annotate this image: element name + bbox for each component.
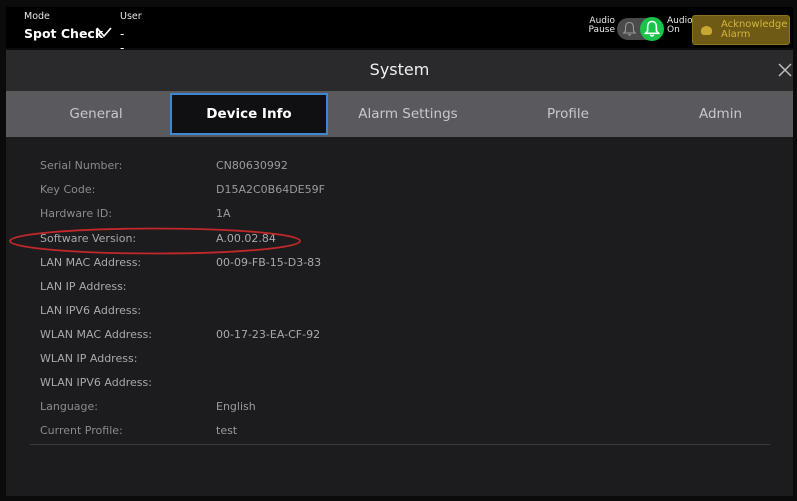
field-label: WLAN MAC Address:: [40, 328, 153, 341]
tab-profile[interactable]: Profile: [488, 91, 648, 137]
status-bar: Mode User Spot Check ------ Audio Pause …: [6, 7, 793, 111]
system-dialog: System General Device Info Alarm Setting…: [6, 50, 793, 496]
acknowledge-alarm-label: Acknowledge Alarm: [721, 20, 787, 40]
dialog-header: System: [6, 50, 793, 91]
alarm-bell-icon: [701, 26, 712, 35]
bell-icon: [644, 20, 660, 37]
audio-pause-label-line2: Pause: [588, 25, 615, 35]
content-divider: [30, 444, 770, 445]
field-label: LAN IP Address:: [40, 280, 127, 293]
audio-pause-label: Audio Pause: [579, 17, 615, 35]
field-value: test: [216, 424, 238, 437]
tab-bar: General Device Info Alarm Settings Profi…: [6, 91, 793, 137]
audio-toggle[interactable]: [617, 17, 664, 41]
highlight-ellipse: [9, 227, 301, 255]
field-value: 00-09-FB-15-D3-83: [216, 256, 322, 269]
field-value: CN80630992: [216, 159, 288, 172]
field-value: 1A: [216, 207, 231, 220]
audio-on-label-line2: On: [667, 25, 680, 35]
field-label: WLAN IPV6 Address:: [40, 376, 152, 389]
bell-off-icon: [622, 21, 637, 36]
field-value: D15A2C0B64DE59F: [216, 183, 325, 196]
mode-value: Spot Check: [24, 26, 104, 41]
acknowledge-alarm-button[interactable]: Acknowledge Alarm: [692, 15, 790, 45]
field-label: LAN IPV6 Address:: [40, 304, 142, 317]
audio-on-label: Audio On: [667, 17, 693, 35]
field-value: English: [216, 400, 256, 413]
field-value: 00-17-23-EA-CF-92: [216, 328, 321, 341]
close-icon[interactable]: [777, 62, 793, 78]
field-label: Language:: [40, 400, 98, 413]
tab-admin[interactable]: Admin: [648, 91, 793, 137]
field-label: Key Code:: [40, 183, 96, 196]
tab-device-info[interactable]: Device Info: [170, 93, 328, 135]
field-label: Current Profile:: [40, 424, 123, 437]
dialog-title: System: [369, 60, 430, 79]
chevron-down-icon[interactable]: [96, 26, 112, 38]
ack-label-line2: Alarm: [721, 29, 751, 40]
field-label: WLAN IP Address:: [40, 352, 138, 365]
tab-general[interactable]: General: [20, 91, 172, 137]
mode-caption: Mode: [24, 11, 50, 22]
field-label: LAN MAC Address:: [40, 256, 142, 269]
tab-alarm-settings[interactable]: Alarm Settings: [328, 91, 488, 137]
device-info-panel: Serial Number: CN80630992 Key Code: D15A…: [6, 137, 793, 496]
field-label: Serial Number:: [40, 159, 123, 172]
field-label: Hardware ID:: [40, 207, 113, 220]
audio-on-knob[interactable]: [640, 17, 664, 41]
user-caption: User: [120, 11, 142, 22]
